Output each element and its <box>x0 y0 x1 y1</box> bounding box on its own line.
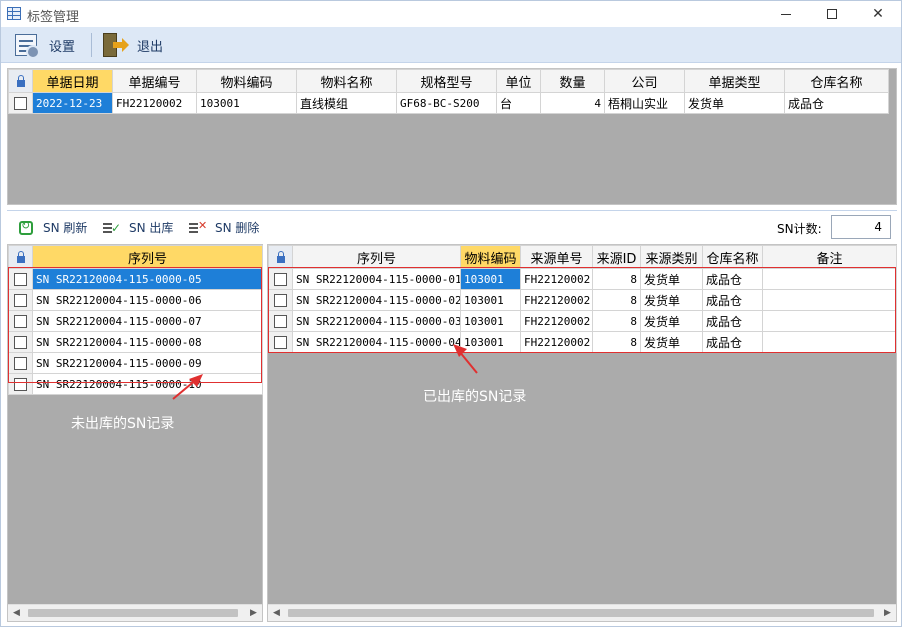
unshipped-highlight-box <box>8 267 262 383</box>
col-header-doc-no[interactable]: 单据编号 <box>112 69 197 93</box>
main-window: 标签管理 ✕ 设置 退出 单据日期 单据编号 物料编码 物料名称 规格型号 单位… <box>0 0 902 627</box>
col-header-serial[interactable]: 序列号 <box>292 245 461 269</box>
lock-header[interactable] <box>8 245 33 269</box>
right-horizontal-scrollbar[interactable]: ◀ ▶ <box>268 604 896 621</box>
exit-label: 退出 <box>137 39 164 55</box>
col-header-source-id[interactable]: 来源ID <box>592 245 641 269</box>
cell-warehouse[interactable]: 成品仓 <box>784 92 889 114</box>
left-annotation-arrow <box>172 374 203 400</box>
scroll-left-icon[interactable]: ◀ <box>8 605 25 621</box>
col-header-material-name[interactable]: 物料名称 <box>296 69 397 93</box>
unshipped-annotation: 未出库的SN记录 <box>71 416 175 432</box>
exit-button[interactable]: 退出 <box>103 32 163 58</box>
title-bar: 标签管理 ✕ <box>1 1 901 27</box>
col-header-doc-type[interactable]: 单据类型 <box>684 69 785 93</box>
settings-icon <box>15 34 40 59</box>
sn-out-label: SN 出库 <box>129 221 174 235</box>
cell-qty[interactable]: 4 <box>540 92 605 114</box>
col-header-unit[interactable]: 单位 <box>496 69 541 93</box>
list-delete-icon <box>189 219 207 235</box>
col-header-company[interactable]: 公司 <box>604 69 685 93</box>
col-header-note[interactable]: 备注 <box>762 245 897 269</box>
lock-icon <box>16 250 25 263</box>
cell-unit[interactable]: 台 <box>496 92 541 114</box>
lock-icon <box>16 74 25 87</box>
scroll-left-icon[interactable]: ◀ <box>268 605 285 621</box>
col-header-date[interactable]: 单据日期 <box>32 69 113 93</box>
minimize-icon <box>781 13 791 15</box>
lock-header[interactable] <box>268 245 293 269</box>
col-header-material-code[interactable]: 物料编码 <box>196 69 297 93</box>
sn-count-label: SN计数: <box>777 222 822 236</box>
col-header-source-no[interactable]: 来源单号 <box>520 245 593 269</box>
scroll-thumb[interactable] <box>288 609 874 617</box>
shipped-highlight-box <box>268 267 896 353</box>
cell-spec[interactable]: GF68-BC-S200 <box>396 92 497 114</box>
scroll-thumb[interactable] <box>28 609 238 617</box>
col-header-source-type[interactable]: 来源类别 <box>640 245 703 269</box>
maximize-button[interactable] <box>809 1 855 27</box>
col-header-serial[interactable]: 序列号 <box>32 245 263 269</box>
sn-count-field[interactable]: 4 <box>831 215 891 239</box>
shipped-annotation: 已出库的SN记录 <box>423 389 527 405</box>
maximize-icon <box>827 9 837 19</box>
cell-company[interactable]: 梧桐山实业 <box>604 92 685 114</box>
main-toolbar: 设置 退出 <box>1 27 901 63</box>
list-check-icon <box>103 221 121 235</box>
table-icon <box>7 7 21 20</box>
toolbar-divider <box>91 33 92 57</box>
minimize-button[interactable] <box>763 1 809 27</box>
scroll-right-icon[interactable]: ▶ <box>245 605 262 621</box>
document-grid: 单据日期 单据编号 物料编码 物料名称 规格型号 单位 数量 公司 单据类型 仓… <box>7 68 897 205</box>
col-header-qty[interactable]: 数量 <box>540 69 605 93</box>
cell-material-name[interactable]: 直线模组 <box>296 92 397 114</box>
exit-door-icon <box>103 33 129 57</box>
table-row[interactable]: 2022-12-23 FH22120002 103001 直线模组 GF68-B… <box>8 92 889 114</box>
col-header-warehouse[interactable]: 仓库名称 <box>784 69 889 93</box>
close-button[interactable]: ✕ <box>855 1 901 27</box>
sn-delete-button[interactable]: SN 删除 <box>189 219 259 236</box>
sn-toolbar: SN 刷新 SN 出库 SN 删除 SN计数: 4 <box>7 210 897 244</box>
cell-material-code[interactable]: 103001 <box>196 92 297 114</box>
window-title: 标签管理 <box>27 10 80 25</box>
cell-date[interactable]: 2022-12-23 <box>32 92 113 114</box>
col-header-material-code[interactable]: 物料编码 <box>460 245 521 269</box>
sn-refresh-button[interactable]: SN 刷新 <box>19 219 87 236</box>
lock-header[interactable] <box>8 69 33 93</box>
settings-button[interactable]: 设置 <box>15 32 76 59</box>
cell-doc-no[interactable]: FH22120002 <box>112 92 197 114</box>
sn-delete-label: SN 删除 <box>215 221 260 235</box>
sn-refresh-label: SN 刷新 <box>43 221 88 235</box>
right-annotation-arrow <box>453 344 478 374</box>
sn-out-button[interactable]: SN 出库 <box>103 219 173 236</box>
settings-label: 设置 <box>49 39 76 55</box>
left-horizontal-scrollbar[interactable]: ◀ ▶ <box>8 604 262 621</box>
cell-doc-type[interactable]: 发货单 <box>684 92 785 114</box>
scroll-right-icon[interactable]: ▶ <box>879 605 896 621</box>
lock-icon <box>276 250 285 263</box>
refresh-icon <box>19 219 33 235</box>
close-icon: ✕ <box>872 6 884 22</box>
row-checkbox[interactable] <box>8 92 33 114</box>
col-header-warehouse[interactable]: 仓库名称 <box>702 245 763 269</box>
col-header-spec[interactable]: 规格型号 <box>396 69 497 93</box>
